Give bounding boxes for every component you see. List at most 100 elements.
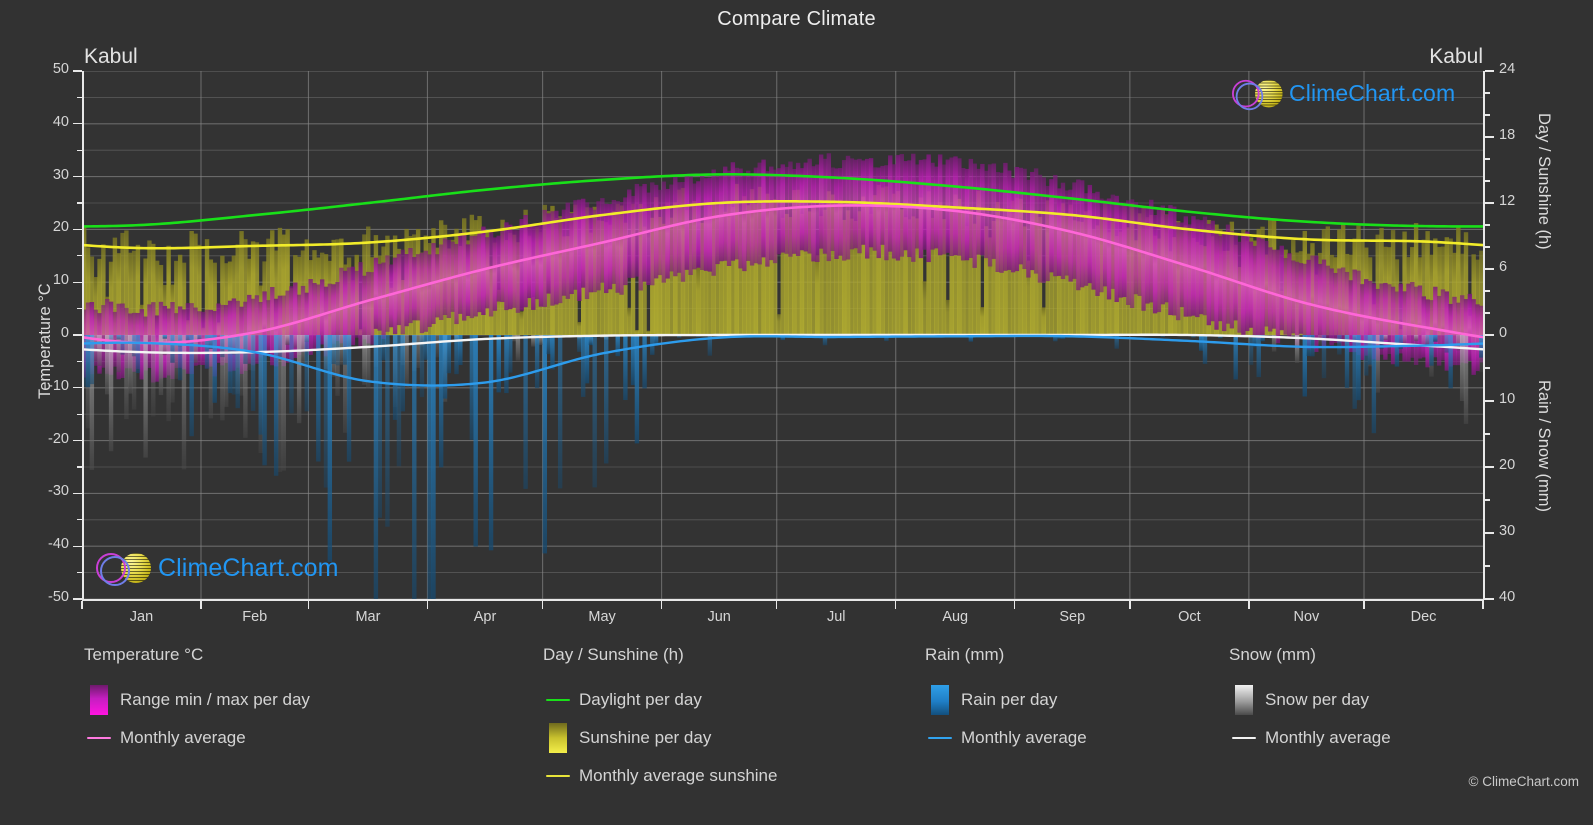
x-tick — [776, 600, 778, 609]
y-tick-left — [73, 545, 82, 547]
x-tick — [1014, 600, 1016, 609]
y-tick-label-left: 40 — [52, 113, 69, 130]
legend-item[interactable]: Monthly average sunshine — [543, 757, 777, 795]
legend-line-icon — [546, 774, 570, 778]
y-tick-label-left: -30 — [48, 483, 69, 500]
legend-label: Snow per day — [1265, 690, 1369, 709]
y-tick-left — [77, 307, 82, 310]
y-axis-right-bottom-title: Rain / Snow (mm) — [1535, 380, 1553, 513]
legend-marker — [543, 698, 573, 702]
legend-swatch-icon — [549, 723, 567, 753]
legend-marker — [84, 685, 114, 715]
y-tick-right-top — [1484, 180, 1490, 182]
x-tick-label-jan: Jan — [129, 609, 154, 625]
y-tick-right-top — [1484, 290, 1490, 292]
legend-heading: Temperature °C — [84, 645, 204, 664]
x-tick-label-nov: Nov — [1293, 609, 1320, 625]
x-tick — [426, 600, 429, 609]
legend-marker — [543, 723, 573, 753]
x-tick — [81, 600, 83, 609]
y-tick-right-bottom — [1484, 598, 1494, 600]
x-tick — [1129, 600, 1131, 609]
y-tick-label-right-top: 24 — [1499, 61, 1516, 77]
legend-label: Monthly average — [1265, 728, 1391, 747]
legend-item[interactable]: Monthly average — [925, 719, 1087, 757]
legend-marker — [84, 736, 114, 740]
x-tick-label-may: May — [588, 609, 616, 625]
y-tick-label-right-bottom: 30 — [1499, 523, 1516, 539]
y-tick-left — [77, 149, 82, 151]
chart-plot-area: ClimeChart.com — [82, 71, 1483, 599]
x-tick-label-sep: Sep — [1059, 609, 1086, 625]
legend-marker — [1229, 685, 1259, 715]
x-tick — [1482, 600, 1484, 609]
y-tick-label-right-bottom: 40 — [1499, 589, 1516, 605]
y-tick-left — [73, 123, 82, 125]
x-tick-label-oct: Oct — [1178, 609, 1201, 625]
legend-item[interactable]: Sunshine per day — [543, 719, 777, 757]
x-tick — [895, 600, 897, 609]
y-tick-label-right-bottom: 20 — [1499, 457, 1516, 473]
y-tick-left — [73, 281, 82, 283]
y-tick-left — [77, 413, 82, 415]
x-tick-label-aug: Aug — [942, 609, 969, 625]
x-tick-label-dec: Dec — [1410, 609, 1437, 625]
y-tick-label-right-top: 0 — [1499, 325, 1508, 341]
x-tick-label-mar: Mar — [355, 609, 381, 625]
legend-heading: Rain (mm) — [925, 645, 1005, 664]
legend-line-icon — [928, 736, 952, 740]
climechart-ring-icon — [96, 551, 130, 586]
y-tick-label-left: -40 — [48, 536, 69, 553]
y-tick-left — [77, 255, 82, 257]
legend-column-3: Rain (mm) Rain per day Monthly average — [925, 645, 1087, 757]
y-tick-left — [73, 387, 82, 389]
x-tick-label-feb: Feb — [242, 609, 268, 625]
y-tick-label-left: 20 — [52, 219, 69, 236]
y-tick-right-bottom — [1484, 532, 1494, 534]
y-tick-left — [77, 466, 82, 468]
legend-label: Sunshine per day — [579, 728, 712, 747]
climechart-ring-icon — [1232, 78, 1264, 111]
page-title: Compare Climate — [717, 8, 876, 30]
y-tick-label-left: 50 — [52, 61, 69, 77]
y-tick-left — [73, 492, 82, 495]
x-tick — [1363, 600, 1365, 609]
y-tick-label-left: 0 — [60, 325, 69, 341]
y-tick-right-bottom — [1484, 499, 1490, 501]
legend-item[interactable]: Rain per day — [925, 681, 1087, 719]
y-tick-right-top — [1484, 158, 1490, 160]
y-tick-right-bottom — [1484, 466, 1494, 468]
y-tick-left — [77, 571, 82, 574]
legend-line-icon — [546, 698, 570, 702]
legend-item[interactable]: Daylight per day — [543, 681, 777, 719]
watermark-text: ClimeChart.com — [1289, 80, 1456, 107]
x-tick — [541, 600, 544, 609]
y-tick-right-top — [1484, 334, 1494, 336]
legend-marker — [925, 736, 955, 740]
x-axis-line — [82, 599, 1484, 601]
y-tick-right-bottom — [1484, 367, 1490, 369]
legend-item[interactable]: Monthly average — [1229, 719, 1391, 757]
y-tick-right-bottom — [1484, 433, 1490, 435]
y-axis-left-title: Temperature °C — [36, 283, 54, 399]
x-tick — [307, 600, 310, 609]
y-tick-right-bottom — [1484, 400, 1494, 402]
y-tick-right-top — [1484, 92, 1490, 94]
y-tick-left — [73, 598, 82, 600]
legend-marker — [1229, 736, 1259, 740]
legend-label: Monthly average — [120, 728, 246, 747]
y-tick-right-top — [1484, 114, 1490, 116]
location-label-right: Kabul — [1429, 45, 1483, 68]
x-tick — [1248, 600, 1250, 609]
chart-legend: Temperature °C Range min / max per day Mon… — [0, 645, 1593, 825]
y-tick-left — [73, 70, 82, 72]
y-tick-right-top — [1484, 70, 1494, 72]
legend-line-icon — [1232, 736, 1256, 740]
legend-label: Range min / max per day — [120, 690, 310, 709]
legend-item[interactable]: Range min / max per day — [84, 681, 310, 719]
y-tick-label-right-top: 18 — [1499, 127, 1516, 143]
legend-item[interactable]: Monthly average — [84, 719, 310, 757]
y-tick-label-left: 30 — [52, 166, 69, 183]
legend-item[interactable]: Snow per day — [1229, 681, 1391, 719]
chart-svg — [82, 71, 1483, 599]
